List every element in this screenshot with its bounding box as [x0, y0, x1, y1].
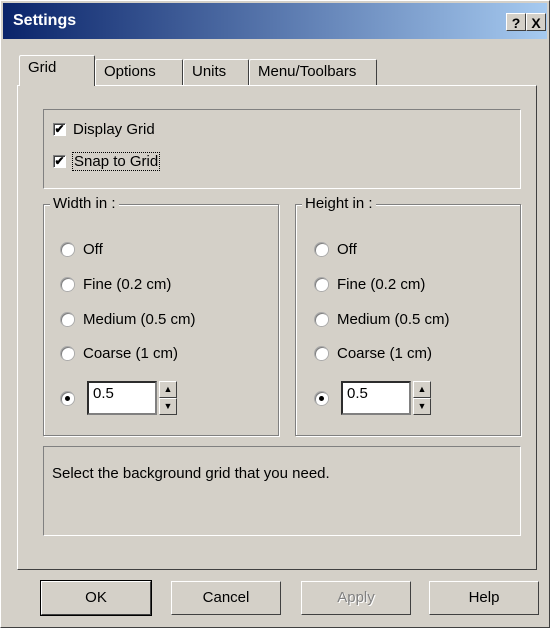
tab-grid[interactable]: Grid	[19, 55, 95, 86]
width-spin-up-icon[interactable]: ▲	[159, 381, 177, 398]
tab-options[interactable]: Options	[95, 59, 183, 85]
width-off-radio[interactable]	[61, 243, 74, 256]
height-medium-radio[interactable]	[315, 313, 328, 326]
width-spin-down-icon[interactable]: ▼	[159, 398, 177, 415]
width-medium-label[interactable]: Medium (0.5 cm)	[83, 311, 196, 328]
height-fine-radio[interactable]	[315, 278, 328, 291]
width-value-input[interactable]: 0.5	[87, 381, 157, 415]
width-coarse-radio[interactable]	[61, 347, 74, 360]
ok-button[interactable]: OK	[41, 581, 151, 615]
cancel-button[interactable]: Cancel	[171, 581, 281, 615]
description-box: Select the background grid that you need…	[43, 446, 521, 536]
settings-dialog: Settings ? X Grid Options Units Menu/Too…	[0, 0, 550, 628]
display-grid-label[interactable]: Display Grid	[73, 121, 155, 138]
window-title: Settings	[13, 12, 77, 29]
help-icon[interactable]: ?	[506, 13, 526, 31]
height-spin-up-icon[interactable]: ▲	[413, 381, 431, 398]
height-value-input[interactable]: 0.5	[341, 381, 411, 415]
apply-button[interactable]: Apply	[301, 581, 411, 615]
height-coarse-label[interactable]: Coarse (1 cm)	[337, 345, 432, 362]
height-coarse-radio[interactable]	[315, 347, 328, 360]
title-bar[interactable]: Settings ? X	[3, 3, 547, 39]
close-icon[interactable]: X	[526, 13, 546, 31]
width-custom-radio[interactable]	[61, 392, 74, 405]
width-fine-label[interactable]: Fine (0.2 cm)	[83, 276, 171, 293]
width-spinner: ▲ ▼	[159, 381, 177, 415]
height-group-label: Height in :	[302, 195, 376, 212]
display-grid-checkbox[interactable]: ✔	[53, 123, 66, 136]
width-coarse-label[interactable]: Coarse (1 cm)	[83, 345, 178, 362]
tab-units[interactable]: Units	[183, 59, 249, 85]
width-off-label[interactable]: Off	[83, 241, 103, 258]
height-spinner: ▲ ▼	[413, 381, 431, 415]
height-spin-down-icon[interactable]: ▼	[413, 398, 431, 415]
height-off-radio[interactable]	[315, 243, 328, 256]
height-off-label[interactable]: Off	[337, 241, 357, 258]
snap-to-grid-label[interactable]: Snap to Grid	[71, 152, 161, 171]
width-fine-radio[interactable]	[61, 278, 74, 291]
tab-menu-toolbars[interactable]: Menu/Toolbars	[249, 59, 377, 85]
width-group-label: Width in :	[50, 195, 119, 212]
height-fine-label[interactable]: Fine (0.2 cm)	[337, 276, 425, 293]
height-custom-radio[interactable]	[315, 392, 328, 405]
snap-to-grid-checkbox[interactable]: ✔	[53, 155, 66, 168]
width-medium-radio[interactable]	[61, 313, 74, 326]
height-medium-label[interactable]: Medium (0.5 cm)	[337, 311, 450, 328]
help-button[interactable]: Help	[429, 581, 539, 615]
description-text: Select the background grid that you need…	[52, 465, 330, 482]
